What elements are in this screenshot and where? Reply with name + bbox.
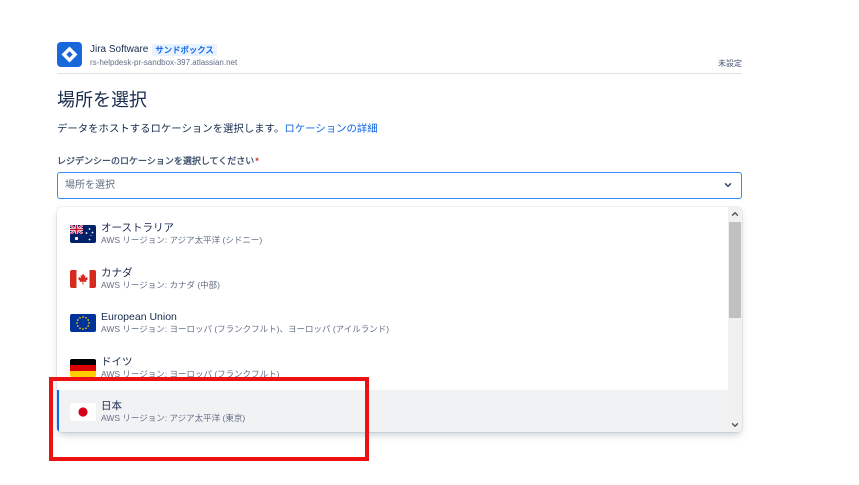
japan-flag-icon [70, 403, 96, 422]
required-mark: * [255, 156, 259, 166]
option-region: AWS リージョン: ヨーロッパ (フランクフルト)、ヨーロッパ (アイルランド… [101, 324, 390, 335]
option-australia[interactable]: オーストラリア AWS リージョン: アジア太平洋 (シドニー) [57, 212, 728, 257]
option-japan[interactable]: 日本 AWS リージョン: アジア太平洋 (東京) [57, 390, 728, 432]
scroll-up-arrow-icon[interactable] [728, 207, 742, 221]
option-text: 日本 AWS リージョン: アジア太平洋 (東京) [101, 400, 245, 424]
sandbox-badge: サンドボックス [152, 43, 217, 56]
option-name: 日本 [101, 400, 122, 413]
european-union-flag-icon [70, 314, 96, 333]
page-title: 場所を選択 [57, 90, 147, 110]
app-title-line: Jira Software サンドボックス [90, 43, 217, 56]
option-text: ドイツ AWS リージョン: ヨーロッパ (フランクフルト) [101, 356, 280, 380]
scroll-down-arrow-icon[interactable] [728, 418, 742, 432]
scrollbar-thumb[interactable] [729, 222, 741, 318]
option-text: カナダ AWS リージョン: カナダ (中部) [101, 267, 220, 291]
location-dropdown-menu: オーストラリア AWS リージョン: アジア太平洋 (シドニー) カナダ AWS… [57, 207, 742, 432]
header-divider [57, 73, 742, 74]
dropdown-scrollbar[interactable] [728, 207, 742, 432]
germany-flag-icon [70, 358, 96, 377]
canada-flag-icon [70, 269, 96, 288]
australia-flag-icon [70, 225, 96, 244]
description-text: データをホストするロケーションを選択します。 [57, 124, 285, 135]
status-text: 未設定 [718, 59, 742, 68]
site-url: rs-helpdesk-pr-sandbox-397.atlassian.net [90, 58, 238, 67]
option-region: AWS リージョン: ヨーロッパ (フランクフルト) [101, 368, 280, 379]
option-region: AWS リージョン: アジア太平洋 (東京) [101, 413, 246, 424]
option-european-union[interactable]: European Union AWS リージョン: ヨーロッパ (フランクフルト… [57, 301, 728, 346]
location-select-placeholder: 場所を選択 [65, 179, 115, 191]
page-description: データをホストするロケーションを選択します。ロケーションの詳細 [57, 123, 378, 137]
option-name: ドイツ [101, 355, 133, 368]
option-region: AWS リージョン: アジア太平洋 (シドニー) [101, 235, 263, 246]
app-name: Jira Software [90, 44, 149, 55]
jira-logo-icon [57, 42, 82, 67]
option-name: オーストラリア [101, 222, 174, 235]
location-field-label-text: レジデンシーのロケーションを選択してください [57, 156, 255, 166]
location-details-link[interactable]: ロケーションの詳細 [284, 124, 377, 135]
option-germany[interactable]: ドイツ AWS リージョン: ヨーロッパ (フランクフルト) [57, 346, 728, 391]
option-name: European Union [101, 311, 177, 324]
location-field-label: レジデンシーのロケーションを選択してください* [57, 155, 259, 167]
option-region: AWS リージョン: カナダ (中部) [101, 279, 220, 290]
option-canada[interactable]: カナダ AWS リージョン: カナダ (中部) [57, 257, 728, 302]
location-option-list: オーストラリア AWS リージョン: アジア太平洋 (シドニー) カナダ AWS… [57, 207, 728, 432]
option-text: オーストラリア AWS リージョン: アジア太平洋 (シドニー) [101, 222, 262, 246]
option-name: カナダ [101, 266, 133, 279]
location-select[interactable]: 場所を選択 [57, 172, 742, 199]
option-text: European Union AWS リージョン: ヨーロッパ (フランクフルト… [101, 311, 389, 335]
chevron-down-icon[interactable] [723, 180, 733, 190]
